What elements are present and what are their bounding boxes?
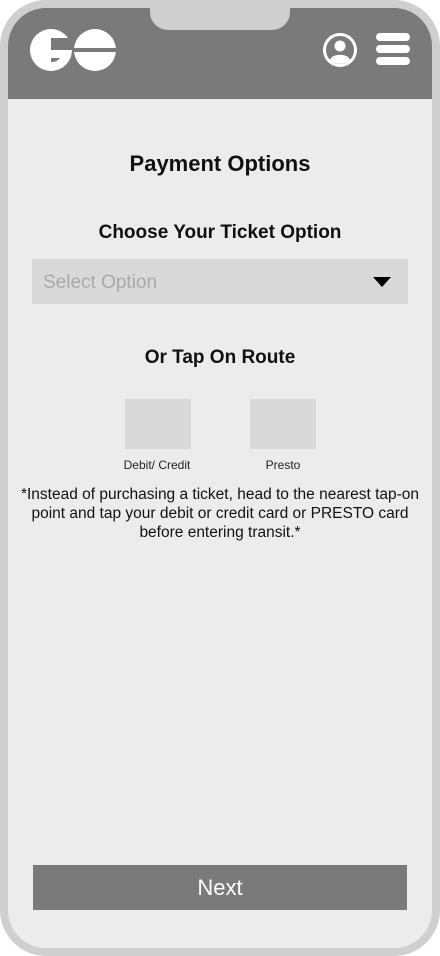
tap-on-route-heading: Or Tap On Route (144, 347, 296, 368)
tap-on-note: *Instead of purchasing a ticket, head to… (20, 486, 420, 541)
go-transit-logo-icon[interactable] (30, 29, 116, 71)
debit-credit-option[interactable] (125, 399, 191, 449)
presto-label: Presto (265, 458, 301, 472)
phone-notch (150, 8, 290, 30)
presto-option[interactable] (250, 399, 316, 449)
debit-credit-label: Debit/ Credit (123, 458, 191, 472)
hamburger-menu-icon[interactable] (376, 33, 410, 65)
ticket-option-select[interactable]: Select Option (32, 259, 408, 304)
select-placeholder: Select Option (43, 272, 158, 293)
user-circle-icon[interactable] (322, 32, 358, 68)
phone-frame: Payment Options Choose Your Ticket Optio… (0, 0, 440, 956)
dropdown-arrow-icon (373, 277, 391, 287)
page-title: Payment Options (129, 151, 311, 176)
next-button[interactable]: Next (33, 865, 407, 910)
ticket-option-heading: Choose Your Ticket Option (98, 222, 342, 243)
